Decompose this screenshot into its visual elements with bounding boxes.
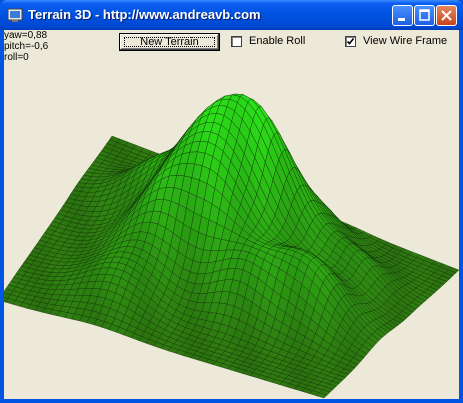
maximize-button[interactable] <box>414 5 435 26</box>
app-window: Terrain 3D - http://www.andreavb.com yaw… <box>0 0 463 403</box>
close-icon <box>441 10 452 21</box>
wire-frame-checkbox[interactable] <box>345 36 356 47</box>
app-icon <box>7 8 23 22</box>
minimize-icon <box>398 18 405 21</box>
maximize-icon <box>419 9 430 21</box>
yaw-readout: yaw=0,88 <box>4 30 48 41</box>
minimize-button[interactable] <box>392 5 413 26</box>
checkmark-icon <box>346 38 355 45</box>
window-title: Terrain 3D - http://www.andreavb.com <box>28 7 261 22</box>
new-terrain-label: New Terrain <box>140 36 199 48</box>
terrain-mesh[interactable] <box>4 30 459 399</box>
enable-roll-checkbox[interactable] <box>231 36 242 47</box>
new-terrain-button[interactable]: New Terrain <box>119 33 220 51</box>
pitch-readout: pitch=-0,6 <box>4 41 49 52</box>
close-button[interactable] <box>436 5 457 26</box>
roll-readout: roll=0 <box>4 52 29 63</box>
wire-frame-label[interactable]: View Wire Frame <box>363 35 447 47</box>
client-area: yaw=0,88 pitch=-0,6 roll=0 New Terrain E… <box>4 30 459 399</box>
enable-roll-label[interactable]: Enable Roll <box>249 35 305 47</box>
title-bar[interactable]: Terrain 3D - http://www.andreavb.com <box>0 0 463 30</box>
